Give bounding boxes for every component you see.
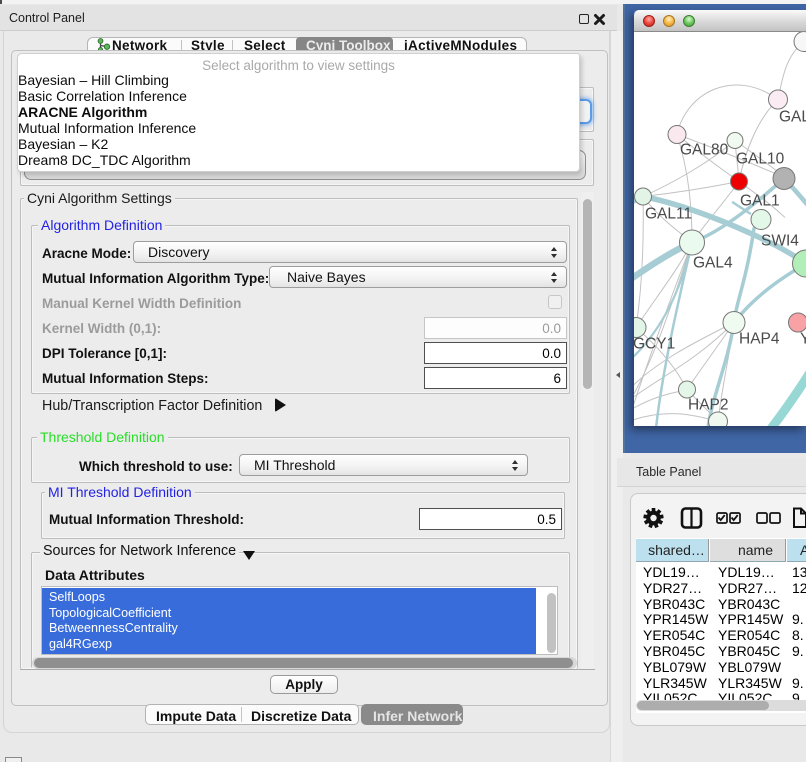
svg-text:HAP4: HAP4 xyxy=(739,331,780,348)
svg-text:SWI4: SWI4 xyxy=(761,233,799,250)
svg-text:HAP2: HAP2 xyxy=(688,397,729,414)
svg-text:GAL80: GAL80 xyxy=(680,142,729,159)
svg-text:Y: Y xyxy=(800,331,806,348)
svg-text:GAL10: GAL10 xyxy=(736,151,785,168)
svg-text:GAL4: GAL4 xyxy=(693,255,733,272)
svg-text:GCY1: GCY1 xyxy=(634,336,675,353)
svg-text:GAL1: GAL1 xyxy=(740,193,780,210)
svg-text:GAL11: GAL11 xyxy=(645,206,692,223)
svg-text:GAL2: GAL2 xyxy=(779,109,806,126)
